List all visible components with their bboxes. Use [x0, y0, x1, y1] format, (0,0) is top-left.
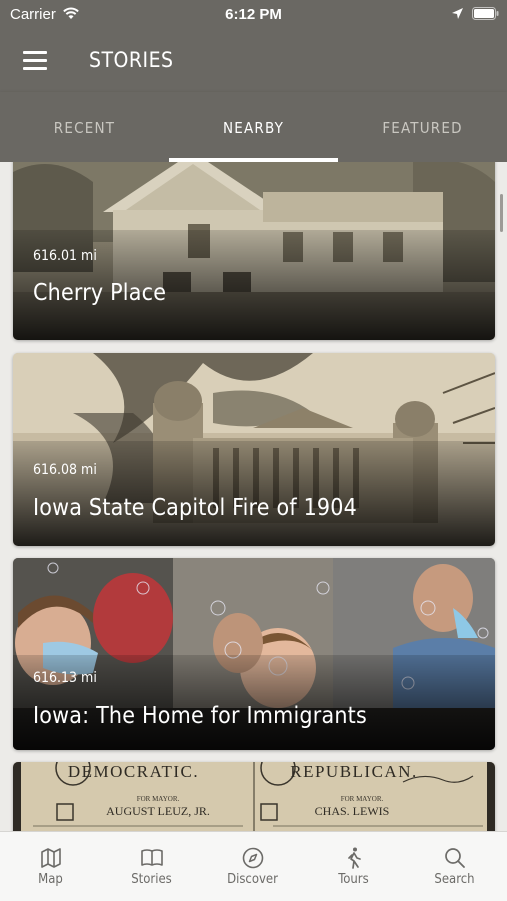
story-distance: 616.01 mi [33, 248, 97, 264]
tab-featured[interactable]: FEATURED [338, 92, 507, 162]
tabbar-item-discover[interactable]: Discover [202, 832, 303, 901]
story-card[interactable]: 616.01 mi Cherry Place [13, 162, 495, 340]
story-card[interactable]: 616.13 mi Iowa: The Home for Immigrants [13, 558, 495, 750]
tabbar-item-stories[interactable]: Stories [101, 832, 202, 901]
status-bar: Carrier 6:12 PM [0, 0, 507, 30]
page-title: STORIES [89, 48, 174, 72]
ballot-candidate-left: AUGUST LEUZ, JR. [106, 804, 210, 818]
tabbar-label: Map [38, 872, 63, 887]
tab-nearby[interactable]: NEARBY [169, 92, 338, 162]
hamburger-menu-icon[interactable] [23, 51, 48, 71]
story-title: Iowa State Capitol Fire of 1904 [33, 495, 358, 521]
search-icon [445, 848, 465, 868]
story-title: Cherry Place [33, 280, 167, 306]
ballot-office-left: FOR MAYOR. [136, 795, 180, 803]
ballot-party-right: REPUBLICAN. [290, 762, 418, 781]
compass-icon [242, 847, 264, 869]
story-list[interactable]: 616.01 mi Cherry Place 616.08 mi Iowa St… [0, 162, 507, 831]
story-card[interactable]: DEMOCRATIC. REPUBLICAN. FOR MAYOR. FOR M… [13, 762, 495, 831]
story-title: Iowa: The Home for Immigrants [33, 703, 367, 729]
ballot-party-left: DEMOCRATIC. [67, 762, 200, 781]
bottom-tab-bar: Map Stories Discover Tours Search [0, 831, 507, 901]
story-tabs: RECENT NEARBY FEATURED [0, 92, 507, 162]
book-icon [141, 849, 163, 866]
tabbar-label: Search [434, 872, 475, 887]
app-header: STORIES [0, 30, 507, 92]
location-arrow-icon [452, 8, 463, 19]
walking-person-icon [348, 847, 361, 869]
tabbar-label: Tours [338, 872, 369, 887]
tabbar-label: Stories [131, 872, 172, 887]
map-icon [41, 848, 61, 868]
story-card[interactable]: 616.08 mi Iowa State Capitol Fire of 190… [13, 353, 495, 546]
tab-recent[interactable]: RECENT [0, 92, 169, 162]
clock: 6:12 PM [225, 6, 282, 23]
tabbar-item-search[interactable]: Search [404, 832, 505, 901]
ballot-candidate-right: CHAS. LEWIS [314, 804, 390, 818]
battery-icon [472, 7, 499, 20]
tabbar-item-map[interactable]: Map [0, 832, 101, 901]
tabbar-item-tours[interactable]: Tours [303, 832, 404, 901]
story-distance: 616.08 mi [33, 462, 97, 478]
ballot-office-right: FOR MAYOR. [340, 795, 384, 803]
scrollbar[interactable] [500, 194, 503, 232]
story-distance: 616.13 mi [33, 670, 97, 686]
tabbar-label: Discover [227, 872, 278, 887]
